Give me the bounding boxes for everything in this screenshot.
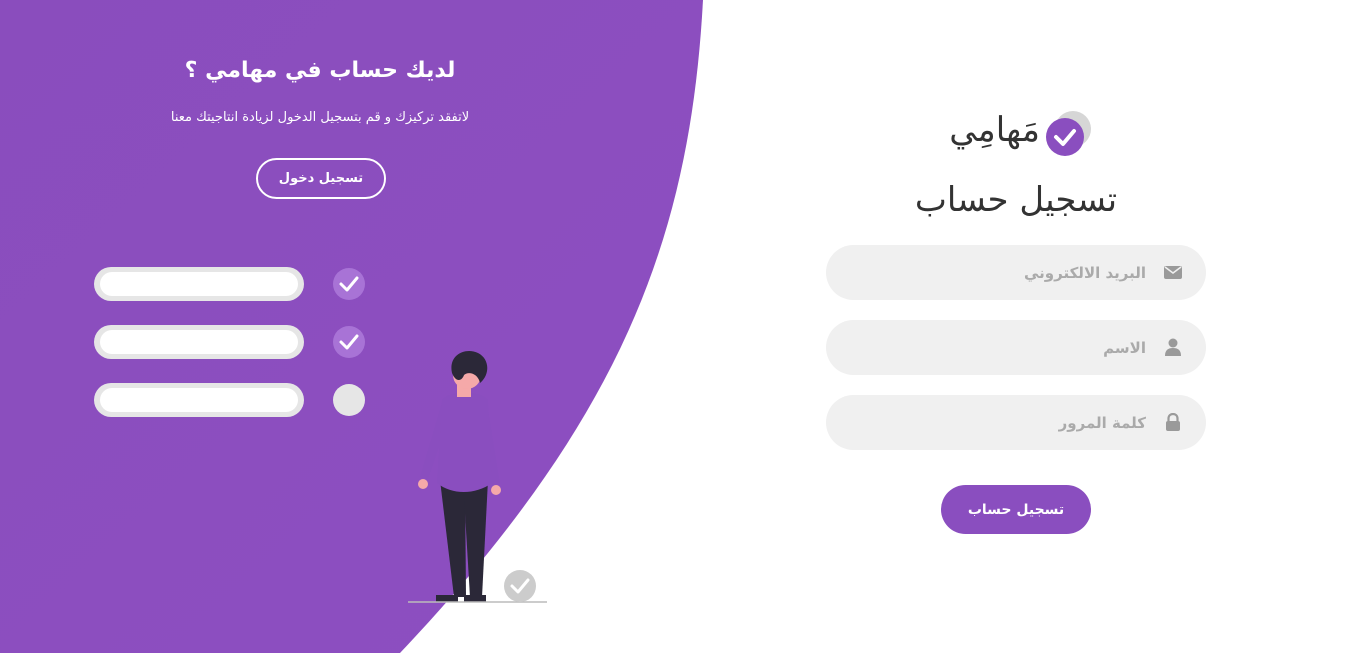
checklist-row xyxy=(94,325,365,359)
person-checklist-illustration xyxy=(94,267,547,603)
login-prompt-subtitle: لاتفقد تركيزك و قم بتسجيل الدخول لزيادة … xyxy=(170,110,470,125)
signup-title: تسجيل حساب xyxy=(914,180,1118,220)
name-input[interactable] xyxy=(850,320,1146,375)
email-input[interactable] xyxy=(850,245,1146,300)
check-circle-icon xyxy=(333,326,365,358)
envelope-icon xyxy=(1164,266,1182,279)
user-icon xyxy=(1165,338,1181,356)
password-field[interactable] xyxy=(826,395,1206,450)
login-prompt-title: لديك حساب في مهامي ؟ xyxy=(184,58,456,83)
checklist-row xyxy=(94,383,365,417)
check-circle-icon xyxy=(1046,111,1091,156)
person-figure xyxy=(418,351,501,602)
empty-circle-icon xyxy=(333,384,365,416)
password-input[interactable] xyxy=(850,395,1146,450)
checklist-row xyxy=(94,267,365,301)
login-button[interactable]: تسجيل دخول xyxy=(256,158,386,199)
check-badge-icon xyxy=(504,570,536,602)
email-field[interactable] xyxy=(826,245,1206,300)
name-field[interactable] xyxy=(826,320,1206,375)
lock-icon xyxy=(1166,413,1180,431)
brand: مَهامِي xyxy=(900,108,1140,164)
brand-name: مَهامِي xyxy=(949,110,1040,150)
signup-button[interactable]: تسجيل حساب xyxy=(941,485,1091,534)
check-circle-icon xyxy=(333,268,365,300)
